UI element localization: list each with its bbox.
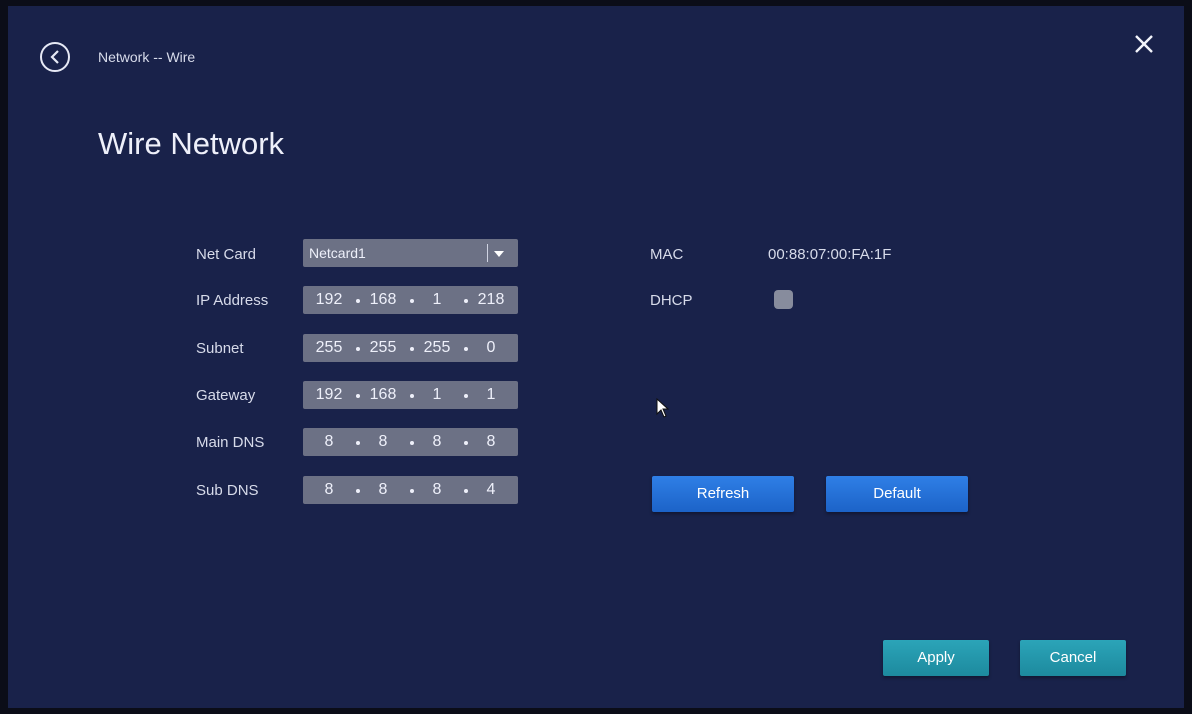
- subnet-label: Subnet: [196, 340, 244, 357]
- cancel-button[interactable]: Cancel: [1020, 640, 1126, 676]
- octet-separator: [464, 299, 468, 303]
- ip-address-label: IP Address: [196, 292, 269, 309]
- network-wire-dialog: Network -- Wire Wire Network Net Card Ne…: [8, 6, 1184, 708]
- main-dns-octet-4[interactable]: 8: [469, 431, 513, 453]
- ip-octet-3[interactable]: 1: [415, 289, 459, 311]
- sub-dns-octet-2[interactable]: 8: [361, 479, 405, 501]
- chevron-down-icon[interactable]: [492, 247, 506, 265]
- default-button[interactable]: Default: [826, 476, 968, 512]
- main-dns-field[interactable]: 8 8 8 8: [303, 428, 518, 456]
- gateway-octet-2[interactable]: 168: [361, 384, 405, 406]
- page-title: Wire Network: [98, 126, 285, 161]
- octet-separator: [410, 394, 414, 398]
- subnet-octet-3[interactable]: 255: [415, 337, 459, 359]
- gateway-octet-1[interactable]: 192: [307, 384, 351, 406]
- octet-separator: [410, 441, 414, 445]
- net-card-select[interactable]: Netcard1: [303, 239, 518, 267]
- sub-dns-octet-3[interactable]: 8: [415, 479, 459, 501]
- close-icon[interactable]: [1132, 32, 1156, 56]
- main-dns-octet-1[interactable]: 8: [307, 431, 351, 453]
- dhcp-checkbox[interactable]: [774, 290, 793, 309]
- octet-separator: [410, 347, 414, 351]
- octet-separator: [356, 489, 360, 493]
- select-divider: [487, 244, 488, 262]
- subnet-octet-2[interactable]: 255: [361, 337, 405, 359]
- net-card-value: Netcard1: [309, 245, 366, 261]
- net-card-label: Net Card: [196, 246, 257, 263]
- main-dns-octet-3[interactable]: 8: [415, 431, 459, 453]
- octet-separator: [464, 489, 468, 493]
- octet-separator: [356, 299, 360, 303]
- octet-separator: [410, 299, 414, 303]
- breadcrumb: Network -- Wire: [98, 49, 196, 65]
- gateway-octet-4[interactable]: 1: [469, 384, 513, 406]
- gateway-label: Gateway: [196, 387, 256, 404]
- back-icon[interactable]: [40, 42, 70, 72]
- subnet-field[interactable]: 255 255 255 0: [303, 334, 518, 362]
- octet-separator: [464, 394, 468, 398]
- mac-label: MAC: [650, 246, 684, 263]
- octet-separator: [464, 441, 468, 445]
- octet-separator: [356, 347, 360, 351]
- main-dns-octet-2[interactable]: 8: [361, 431, 405, 453]
- main-dns-label: Main DNS: [196, 434, 265, 451]
- refresh-button[interactable]: Refresh: [652, 476, 794, 512]
- sub-dns-label: Sub DNS: [196, 482, 259, 499]
- gateway-octet-3[interactable]: 1: [415, 384, 459, 406]
- sub-dns-octet-4[interactable]: 4: [469, 479, 513, 501]
- sub-dns-field[interactable]: 8 8 8 4: [303, 476, 518, 504]
- mouse-pointer-icon: [656, 397, 670, 425]
- ip-octet-2[interactable]: 168: [361, 289, 405, 311]
- sub-dns-octet-1[interactable]: 8: [307, 479, 351, 501]
- octet-separator: [464, 347, 468, 351]
- mac-value: 00:88:07:00:FA:1F: [768, 246, 892, 263]
- gateway-field[interactable]: 192 168 1 1: [303, 381, 518, 409]
- ip-octet-4[interactable]: 218: [469, 289, 513, 311]
- subnet-octet-1[interactable]: 255: [307, 337, 351, 359]
- octet-separator: [356, 394, 360, 398]
- subnet-octet-4[interactable]: 0: [469, 337, 513, 359]
- octet-separator: [356, 441, 360, 445]
- dhcp-label: DHCP: [650, 292, 693, 309]
- ip-octet-1[interactable]: 192: [307, 289, 351, 311]
- octet-separator: [410, 489, 414, 493]
- ip-address-field[interactable]: 192 168 1 218: [303, 286, 518, 314]
- apply-button[interactable]: Apply: [883, 640, 989, 676]
